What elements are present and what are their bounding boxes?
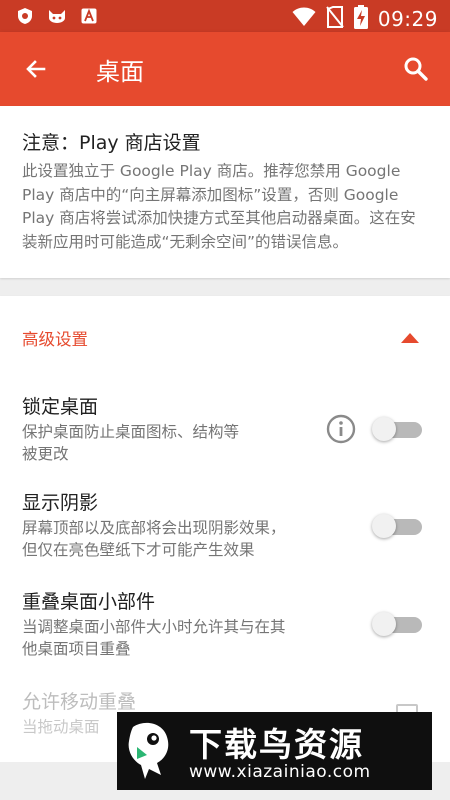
overlap-widgets-toggle[interactable] <box>372 611 422 637</box>
page-title: 桌面 <box>96 58 144 86</box>
pref-title: 重叠桌面小部件 <box>22 591 156 613</box>
back-button[interactable] <box>18 51 54 87</box>
section-header-label: 高级设置 <box>22 330 88 349</box>
watermark-url: www.xiazainiao.com <box>189 762 371 782</box>
notice-body: 此设置独立于 Google Play 商店。推荐您禁用 Google Play … <box>22 162 416 251</box>
pref-summary-line2: 被更改 <box>22 445 69 463</box>
pref-title: 允许移动重叠 <box>22 691 137 713</box>
bird-logo-icon <box>128 722 169 779</box>
toggle-thumb <box>372 514 396 538</box>
cat-icon <box>48 7 66 25</box>
advanced-settings-card: 高级设置 锁定桌面 保护桌面防止桌面图标、结构等 被更改 显示阴影 屏幕顶部以及… <box>0 296 450 762</box>
watermark-title: 下载鸟资源 <box>189 725 364 764</box>
pref-summary-line2: 他桌面项目重叠 <box>22 640 131 658</box>
watermark-banner: 下载鸟资源 www.xiazainiao.com <box>117 712 432 790</box>
lock-desktop-toggle[interactable] <box>372 416 422 442</box>
toggle-thumb <box>372 612 396 636</box>
pref-summary-line1: 屏幕顶部以及底部将会出现阴影效果， <box>22 519 286 537</box>
app-bar: 桌面 <box>0 32 450 106</box>
search-button[interactable] <box>398 51 434 87</box>
play-store-notice: 注意：Play 商店设置 此设置独立于 Google Play 商店。推荐您禁用… <box>0 106 450 278</box>
pref-summary-line1: 保护桌面防止桌面图标、结构等 <box>22 423 240 441</box>
pref-summary-line1: 当调整桌面小部件大小时允许其与在其 <box>22 618 286 636</box>
pref-title: 锁定桌面 <box>22 396 99 418</box>
wifi-icon <box>292 7 316 31</box>
notice-title: 注意：Play 商店设置 <box>22 132 201 154</box>
battery-charging-icon <box>353 5 368 33</box>
arrow-back-icon <box>26 60 46 78</box>
pref-summary: 当拖动桌面 <box>22 718 100 736</box>
status-bar: 09:29 <box>0 0 450 32</box>
no-sim-icon <box>326 6 344 32</box>
pref-summary-line2: 但仅在亮色壁纸下才可能产生效果 <box>22 541 255 559</box>
collapse-arrow-icon[interactable] <box>400 332 420 344</box>
shield-icon <box>16 7 34 25</box>
pref-title: 显示阴影 <box>22 492 99 514</box>
status-time: 09:29 <box>377 7 438 31</box>
info-icon[interactable] <box>325 413 357 445</box>
show-shadow-toggle[interactable] <box>372 513 422 539</box>
search-icon <box>404 57 428 81</box>
font-a-icon <box>80 7 98 25</box>
toggle-thumb <box>372 417 396 441</box>
